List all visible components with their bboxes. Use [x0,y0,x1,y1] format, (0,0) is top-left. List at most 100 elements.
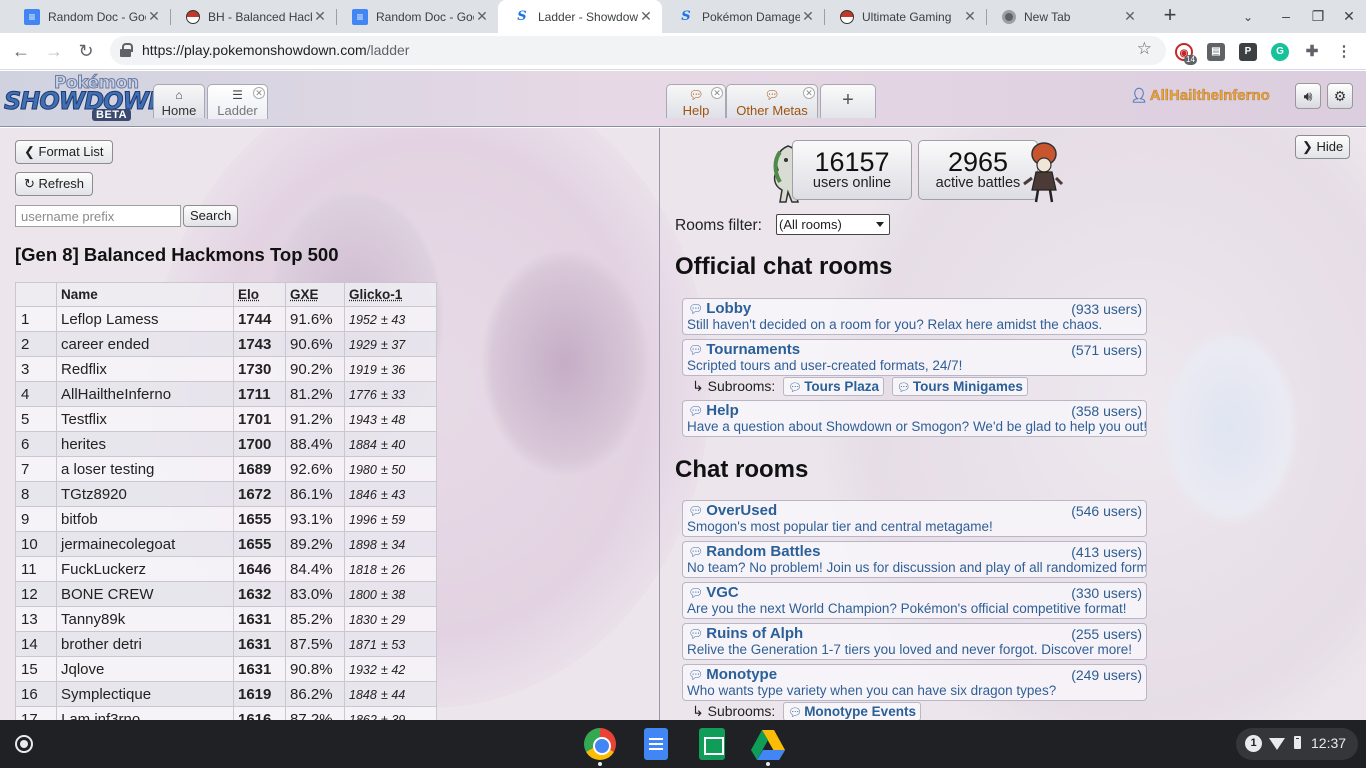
room-description: Are you the next World Champion? Pokémon… [687,601,1127,616]
menu-dots-icon[interactable]: ⋮ [1335,43,1353,61]
close-icon[interactable]: ✕ [638,8,654,25]
close-icon[interactable]: ✕ [962,8,978,25]
player-name-cell[interactable]: bitfob [56,506,234,532]
sound-icon[interactable]: 🔊︎ [1295,83,1321,109]
new-tab-button[interactable]: + [1158,3,1182,29]
room-name: Ruins of Alph [706,625,804,642]
browser-tab[interactable]: Random Doc - Google Docs ✕ [336,0,498,33]
player-name-cell[interactable]: I am inf3rno [56,706,234,720]
rank-cell: 2 [15,331,57,357]
elo-cell: 1700 [233,431,286,457]
user-icon: 👤︎ [1130,87,1148,103]
ladder-scroll-area[interactable]: Name Elo GXE Glicko-1 1 Leflop Lamess 1744… [0,128,659,720]
player-name-cell[interactable]: TGtz8920 [56,481,234,507]
column-header-elo[interactable]: Elo [233,282,286,307]
browser-tab[interactable]: Random Doc - Google Docs ✕ [8,0,170,33]
player-name-cell[interactable]: Jqlove [56,656,234,682]
room-monotype[interactable]: 💬︎ Monotype (249 users) Who wants type va… [682,664,1147,701]
rank-cell: 1 [15,306,57,332]
address-bar[interactable]: https://play.pokemonshowdown.com/ladder … [110,36,1166,65]
player-name-cell[interactable]: a loser testing [56,456,234,482]
close-icon[interactable]: ✕ [800,8,816,25]
minimize-icon[interactable]: – [1275,5,1297,27]
room-help[interactable]: 💬︎ Help (358 users) Have a question about… [682,400,1147,437]
puzzle-icon[interactable]: ✚ [1303,43,1321,61]
player-name-cell[interactable]: herites [56,431,234,457]
sheets-icon[interactable] [699,728,725,760]
close-icon[interactable]: ✕ [312,8,328,25]
player-name-cell[interactable]: jermainecolegoat [56,531,234,557]
browser-tab[interactable]: Ultimate Gaming ✕ [824,0,986,33]
back-arrow-icon[interactable]: ← [8,38,34,64]
tab-other-metas[interactable]: 💬︎ Other Metas ✕ [726,84,818,118]
rooms-filter-select[interactable]: (All rooms) [776,214,890,235]
docs-icon[interactable] [644,728,668,760]
browser-tab-active[interactable]: S Ladder - Showdown! ✕ [498,0,662,33]
chat-bubble-icon: 💬︎ [688,545,704,559]
reload-icon[interactable]: ↻ [73,38,99,64]
restore-icon[interactable]: ❐ [1307,5,1329,27]
new-room-tab-button[interactable]: + [820,84,876,118]
bookmark-star-icon[interactable]: ☆ [1137,39,1152,59]
extension-icon[interactable]: P [1239,43,1257,61]
player-name-cell[interactable]: Leflop Lamess [56,306,234,332]
room-vgc[interactable]: 💬︎ VGC (330 users) Are you the next World… [682,582,1147,619]
extension-icon[interactable]: ▤ [1207,43,1225,61]
player-name-cell[interactable]: Testflix [56,406,234,432]
active-battles-card[interactable]: 2965 active battles [918,140,1038,200]
player-name-cell[interactable]: brother detri [56,631,234,657]
tab-home[interactable]: ⌂ Home [153,84,205,118]
browser-tab[interactable]: New Tab ✕ [986,0,1146,33]
close-icon[interactable]: ✕ [146,8,162,25]
rooms-filter-label: Rooms filter: [675,217,762,234]
room-overused[interactable]: 💬︎ OverUsed (546 users) Smogon's most pop… [682,500,1147,537]
rooms-panel[interactable]: ❯ Hide 16157 users online 2965 active ba… [660,128,1366,720]
room-ruins-of-alph[interactable]: 💬︎ Ruins of Alph (255 users) Relive the G… [682,623,1147,660]
player-name-cell[interactable]: career ended [56,331,234,357]
launcher-icon[interactable] [15,735,33,753]
user-name[interactable]: 👤︎ AllHailtheInferno [1130,87,1270,104]
close-tab-icon[interactable]: ✕ [711,87,723,99]
gear-icon[interactable]: ⚙ [1327,83,1353,109]
close-tab-icon[interactable]: ✕ [803,87,815,99]
chat-bubble-icon: 💬︎ [688,404,704,418]
player-name-cell[interactable]: AllHailtheInferno [56,381,234,407]
column-header-glicko[interactable]: Glicko-1 [344,282,437,307]
close-tab-icon[interactable]: ✕ [253,87,265,99]
drive-icon[interactable] [751,728,785,760]
close-icon[interactable]: ✕ [474,8,490,25]
player-name-cell[interactable]: FuckLuckerz [56,556,234,582]
player-name-cell[interactable]: Tanny89k [56,606,234,632]
showdown-logo[interactable]: Pokémon SHOWDOWN! BETA [2,73,179,123]
chat-bubble-icon: 💬︎ [688,343,704,357]
hide-button[interactable]: ❯ Hide [1295,135,1351,159]
forward-arrow-icon[interactable]: → [41,38,67,64]
player-name-cell[interactable]: Symplectique [56,681,234,707]
browser-tab[interactable]: BH - Balanced Hackmons ✕ [170,0,336,33]
tab-help[interactable]: 💬︎ Help ✕ [666,84,726,118]
close-icon[interactable]: ✕ [1122,8,1138,25]
player-name-cell[interactable]: BONE CREW [56,581,234,607]
room-tournaments[interactable]: 💬︎ Tournaments (571 users) Scripted tours… [682,339,1147,376]
close-window-icon[interactable]: ✕ [1338,5,1360,27]
status-tray[interactable]: 1 12:37 [1236,728,1358,760]
glicko-deviation: ± 26 [380,562,406,577]
browser-tab[interactable]: S Pokémon Damage Calculator ✕ [662,0,824,33]
users-online-card[interactable]: 16157 users online [792,140,912,200]
subroom-monotype-events[interactable]: 💬︎ Monotype Events [783,702,921,720]
room-name: VGC [706,584,739,601]
chrome-icon[interactable] [584,728,616,760]
room-user-count: (546 users) [1071,503,1142,519]
grammarly-icon[interactable]: G [1271,43,1289,61]
column-header-gxe[interactable]: GXE [285,282,345,307]
room-lobby[interactable]: 💬︎ Lobby (933 users) Still haven't decide… [682,298,1147,335]
tab-ladder[interactable]: ☰ Ladder ✕ [207,84,268,119]
tab-search-chevron-icon[interactable]: ⌄ [1238,7,1258,27]
url-text[interactable]: https://play.pokemonshowdown.com/ladder [142,42,409,58]
subroom-tours-minigames[interactable]: 💬︎ Tours Minigames [891,377,1028,396]
player-name-cell[interactable]: Redflix [56,356,234,382]
glicko-rating: 1776 [349,387,377,402]
browser-tab-strip: Random Doc - Google Docs ✕ BH - Balanced… [0,0,1366,33]
subroom-tours-plaza[interactable]: 💬︎ Tours Plaza [783,377,884,396]
room-random-battles[interactable]: 💬︎ Random Battles (413 users) No team? No… [682,541,1147,578]
